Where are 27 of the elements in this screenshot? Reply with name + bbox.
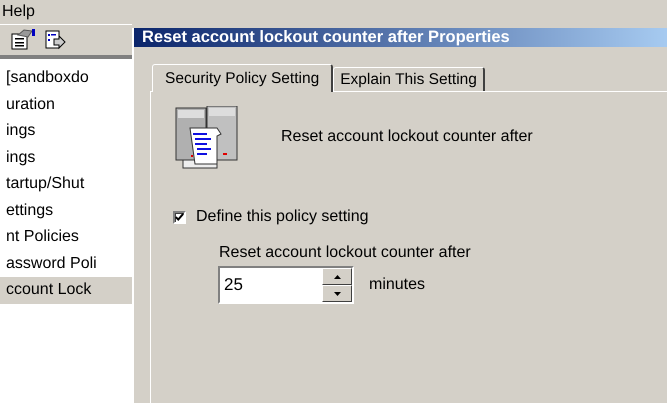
dialog-title: Reset account lockout counter after Properties: [134, 28, 667, 47]
export-list-icon[interactable]: [44, 29, 66, 51]
tree-item[interactable]: nt Policies: [0, 224, 132, 250]
down-triangle-icon: [334, 292, 340, 296]
properties-icon[interactable]: [10, 29, 36, 51]
tab[interactable]: Explain This Setting: [333, 67, 485, 91]
spin-down-button[interactable]: [322, 285, 352, 302]
tree-item[interactable]: assword Poli: [0, 250, 132, 277]
menu-item[interactable]: Help: [2, 3, 35, 21]
value-label: Reset account lockout counter after: [219, 244, 472, 262]
tree-item[interactable]: ettings: [0, 198, 132, 224]
tree-item[interactable]: ings: [0, 144, 132, 171]
unit-label: minutes: [369, 276, 426, 294]
tree-item[interactable]: ings: [0, 118, 132, 144]
tab[interactable]: Security Policy Setting: [152, 64, 334, 92]
policy-name: Reset account lockout counter after: [281, 128, 533, 146]
minutes-field[interactable]: 25: [220, 268, 322, 302]
tree-item[interactable]: ccount Lock: [0, 277, 132, 304]
server-document-icon: [173, 106, 239, 170]
up-triangle-icon: [334, 274, 340, 278]
tree-item[interactable]: uration: [0, 92, 132, 118]
tree-item[interactable]: [sandboxdo: [0, 65, 132, 92]
spin-up-button[interactable]: [322, 268, 352, 285]
define-checkbox[interactable]: [173, 210, 186, 224]
checkbox-label: Define this policy setting: [196, 208, 369, 226]
minutes-spinner[interactable]: 25: [218, 266, 354, 304]
tree-item[interactable]: tartup/Shut: [0, 171, 132, 198]
